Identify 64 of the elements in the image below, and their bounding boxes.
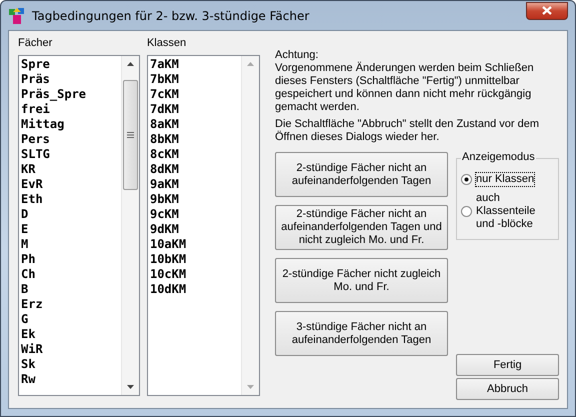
list-item[interactable]: Pers: [21, 132, 119, 147]
subject-list[interactable]: Spre Präs Präs_Spre frei Mittag Pers SLTG KR EvR Eth D E M Ph Ch B Erz G Ek WiR Sk Rw: [18, 55, 140, 396]
list-item[interactable]: E: [21, 222, 119, 237]
dialog-button[interactable]: Fertig: [456, 354, 559, 376]
list-item[interactable]: M: [21, 237, 119, 252]
list-item[interactable]: B: [21, 282, 119, 297]
list-item[interactable]: 10dKM: [150, 282, 239, 297]
list-item[interactable]: Eth: [21, 192, 119, 207]
list-item[interactable]: Sk: [21, 357, 119, 372]
list-item[interactable]: Ch: [21, 267, 119, 282]
app-icon: [8, 6, 26, 24]
list-item[interactable]: Rw: [21, 372, 119, 387]
radio-label[interactable]: auch Klassenteile und -blöcke: [476, 192, 548, 231]
list-item[interactable]: 7bKM: [150, 72, 239, 87]
notice-text: Achtung: Vorgenommene Änderungen werden beim Schließen dieses Fensters (Schaltfläche "Fertig") unmittelbar gespeichert und können dann nicht mehr rückgängig gemacht werden.: [275, 49, 535, 114]
radio-label[interactable]: nur Klassen: [476, 173, 534, 186]
list-item[interactable]: 7aKM: [150, 57, 239, 72]
group-label: Anzeigemodus: [461, 151, 536, 163]
list-item[interactable]: Spre: [21, 57, 119, 72]
list-item[interactable]: G: [21, 312, 119, 327]
list-item[interactable]: WiR: [21, 342, 119, 357]
list-item[interactable]: 8dKM: [150, 162, 239, 177]
list-item[interactable]: Ek: [21, 327, 119, 342]
list-item[interactable]: frei: [21, 102, 119, 117]
list-item[interactable]: 7cKM: [150, 87, 239, 102]
action-button[interactable]: 2-stündige Fächer nicht zugleich Mo. und Fr.: [275, 258, 448, 303]
list-item[interactable]: 7dKM: [150, 102, 239, 117]
dialog-button[interactable]: Abbruch: [456, 378, 559, 400]
list-item[interactable]: 8bKM: [150, 132, 239, 147]
list-label: Fächer: [18, 37, 54, 51]
window-title: Tagbedingungen für 2- bzw. 3-stündige Fächer: [32, 8, 310, 22]
list-item[interactable]: 8aKM: [150, 117, 239, 132]
scroll-thumb[interactable]: [122, 80, 138, 190]
scrollbar[interactable]: [120, 56, 139, 395]
action-button[interactable]: 2-stündige Fächer nicht an aufeinanderfolgenden Tagen: [275, 152, 448, 197]
class-list[interactable]: 7aKM 7bKM 7cKM 7dKM 8aKM 8bKM 8cKM 8dKM 9aKM 9bKM 9cKM 9dKM 10aKM 10bKM 10cKM 10dKM: [146, 55, 260, 396]
list-item[interactable]: EvR: [21, 177, 119, 192]
list-item[interactable]: 10bKM: [150, 252, 239, 267]
list-label: Klassen: [146, 37, 188, 51]
list-item[interactable]: 9aKM: [150, 177, 239, 192]
list-item[interactable]: 9bKM: [150, 192, 239, 207]
scroll-down-icon[interactable]: [126, 385, 134, 389]
notice-text: Die Schaltfläche "Abbruch" stellt den Zustand vor dem Öffnen dieses Dialogs wieder her.: [275, 118, 540, 144]
list-item[interactable]: Erz: [21, 297, 119, 312]
close-button[interactable]: [526, 2, 568, 20]
close-icon: [542, 6, 552, 15]
list-item[interactable]: 10cKM: [150, 267, 239, 282]
action-button[interactable]: 2-stündige Fächer nicht an aufeinanderfolgenden Tagen und nicht zugleich Mo. und Fr.: [275, 205, 448, 250]
list-item[interactable]: D: [21, 207, 119, 222]
list-item[interactable]: SLTG: [21, 147, 119, 162]
action-button[interactable]: 3-stündige Fächer nicht an aufeinanderfolgenden Tagen: [275, 311, 448, 356]
list-item[interactable]: 8cKM: [150, 147, 239, 162]
scroll-up-icon[interactable]: [126, 62, 134, 66]
grip-icon: [126, 132, 134, 138]
list-item[interactable]: 9dKM: [150, 222, 239, 237]
list-item[interactable]: Präs_Spre: [21, 87, 119, 102]
radio-button[interactable]: [461, 174, 472, 185]
list-item[interactable]: 10aKM: [150, 237, 239, 252]
list-item[interactable]: KR: [21, 162, 119, 177]
list-item[interactable]: Mittag: [21, 117, 119, 132]
list-item[interactable]: Präs: [21, 72, 119, 87]
radio-button[interactable]: [461, 206, 472, 217]
list-item[interactable]: 9cKM: [150, 207, 239, 222]
list-item[interactable]: Ph: [21, 252, 119, 267]
